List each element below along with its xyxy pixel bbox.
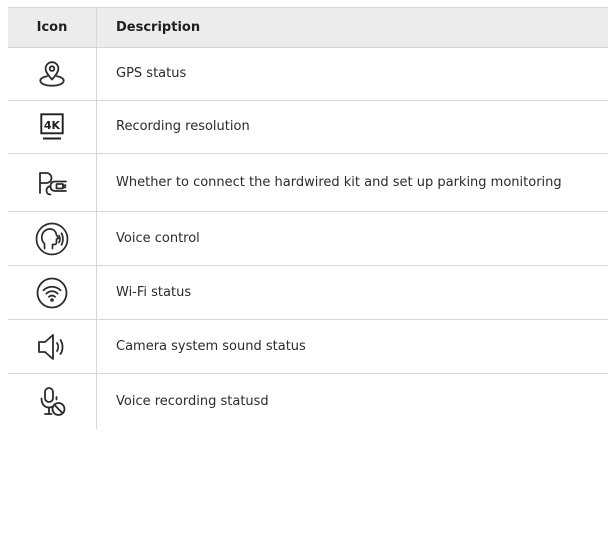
table-row: Wi-Fi status	[8, 266, 608, 320]
row-description: Wi-Fi status	[116, 284, 192, 300]
gps-location-pin-icon	[8, 48, 97, 100]
table-row: Whether to connect the hardwired kit and…	[8, 154, 608, 212]
row-description: GPS status	[116, 66, 187, 81]
table-row: GPS status	[8, 48, 608, 101]
microphone-muted-icon	[8, 374, 97, 429]
table-row: Voice control	[8, 212, 608, 266]
header-description-column: Description	[116, 19, 201, 35]
row-description: Recording resolution	[116, 119, 250, 134]
table-row: Voice recording statusd	[8, 374, 608, 429]
speaker-icon	[8, 320, 97, 373]
table-row: 4K Recording resolution	[8, 101, 608, 154]
row-description: Whether to connect the hardwired kit and…	[116, 174, 562, 190]
row-description: Camera system sound status	[116, 338, 306, 354]
icon-description-table: Icon Description GPS status 4K Recording…	[8, 7, 608, 429]
table-header-row: Icon Description	[8, 8, 608, 48]
row-description: Voice recording statusd	[116, 393, 269, 409]
wifi-icon	[8, 266, 97, 319]
parking-plug-icon	[8, 154, 97, 211]
4k-icon-label: 4K	[44, 119, 61, 132]
header-icon-column: Icon	[8, 8, 97, 47]
4k-resolution-icon: 4K	[8, 101, 97, 153]
voice-control-icon	[8, 212, 97, 265]
table-row: Camera system sound status	[8, 320, 608, 374]
row-description: Voice control	[116, 230, 200, 246]
